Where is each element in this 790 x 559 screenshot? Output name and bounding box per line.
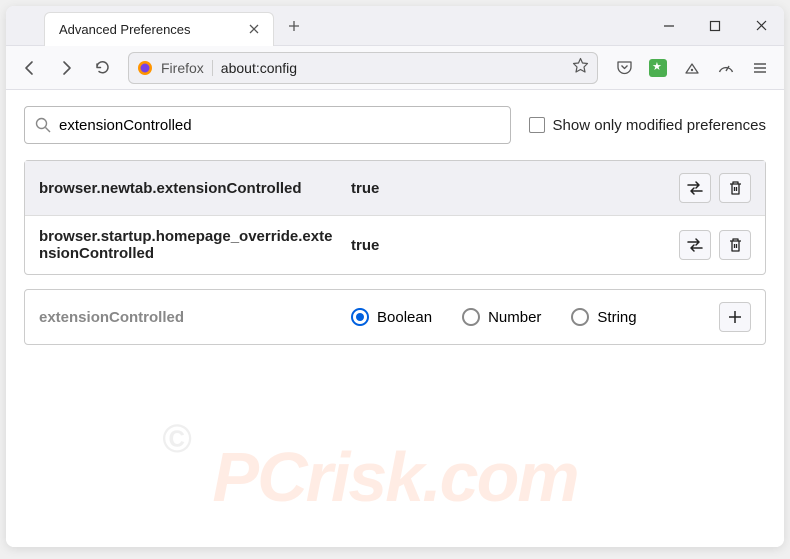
pref-name: browser.newtab.extensionControlled bbox=[39, 180, 339, 197]
checkbox-label: Show only modified preferences bbox=[553, 117, 766, 134]
radio-number[interactable]: Number bbox=[462, 308, 541, 326]
watermark: PCrisk.com bbox=[212, 437, 577, 517]
meter-icon[interactable] bbox=[710, 52, 742, 84]
add-pref-name: extensionControlled bbox=[39, 309, 339, 326]
pocket-icon[interactable] bbox=[608, 52, 640, 84]
content-area: Show only modified preferences browser.n… bbox=[6, 90, 784, 547]
table-row: browser.newtab.extensionControlled true bbox=[25, 161, 765, 215]
maximize-button[interactable] bbox=[692, 6, 738, 46]
delete-button[interactable] bbox=[719, 230, 751, 260]
browser-tab[interactable]: Advanced Preferences bbox=[44, 12, 274, 46]
menu-icon[interactable] bbox=[744, 52, 776, 84]
pref-value: true bbox=[351, 180, 667, 197]
pref-name: browser.startup.homepage_override.extens… bbox=[39, 228, 339, 262]
toolbar: Firefox bbox=[6, 46, 784, 90]
modified-only-checkbox[interactable]: Show only modified preferences bbox=[529, 117, 766, 134]
tab-title: Advanced Preferences bbox=[59, 22, 245, 37]
titlebar: Advanced Preferences bbox=[6, 6, 784, 46]
delete-button[interactable] bbox=[719, 173, 751, 203]
reload-button[interactable] bbox=[86, 52, 118, 84]
search-box[interactable] bbox=[24, 106, 511, 144]
extension-icon[interactable] bbox=[642, 52, 674, 84]
close-icon[interactable] bbox=[245, 20, 263, 38]
bookmark-star-icon[interactable] bbox=[572, 57, 589, 79]
identity-label: Firefox bbox=[161, 60, 213, 76]
minimize-button[interactable] bbox=[646, 6, 692, 46]
window-controls bbox=[646, 6, 784, 46]
new-tab-button[interactable] bbox=[280, 12, 308, 40]
plus-icon bbox=[728, 310, 742, 324]
account-icon[interactable] bbox=[676, 52, 708, 84]
table-row: browser.startup.homepage_override.extens… bbox=[25, 215, 765, 274]
add-preference-row: extensionControlled Boolean Number Strin… bbox=[24, 289, 766, 345]
toggle-button[interactable] bbox=[679, 230, 711, 260]
search-icon bbox=[35, 117, 51, 133]
url-bar[interactable]: Firefox bbox=[128, 52, 598, 84]
preferences-table: browser.newtab.extensionControlled true … bbox=[24, 160, 766, 275]
forward-button[interactable] bbox=[50, 52, 82, 84]
add-button[interactable] bbox=[719, 302, 751, 332]
browser-window: Advanced Preferences Firefox bbox=[6, 6, 784, 547]
url-input[interactable] bbox=[221, 60, 564, 76]
firefox-icon bbox=[137, 60, 153, 76]
toggle-button[interactable] bbox=[679, 173, 711, 203]
checkbox-icon[interactable] bbox=[529, 117, 545, 133]
type-radio-group: Boolean Number String bbox=[351, 308, 707, 326]
radio-string[interactable]: String bbox=[571, 308, 636, 326]
radio-boolean[interactable]: Boolean bbox=[351, 308, 432, 326]
search-input[interactable] bbox=[59, 117, 500, 134]
close-window-button[interactable] bbox=[738, 6, 784, 46]
pref-value: true bbox=[351, 237, 667, 254]
back-button[interactable] bbox=[14, 52, 46, 84]
